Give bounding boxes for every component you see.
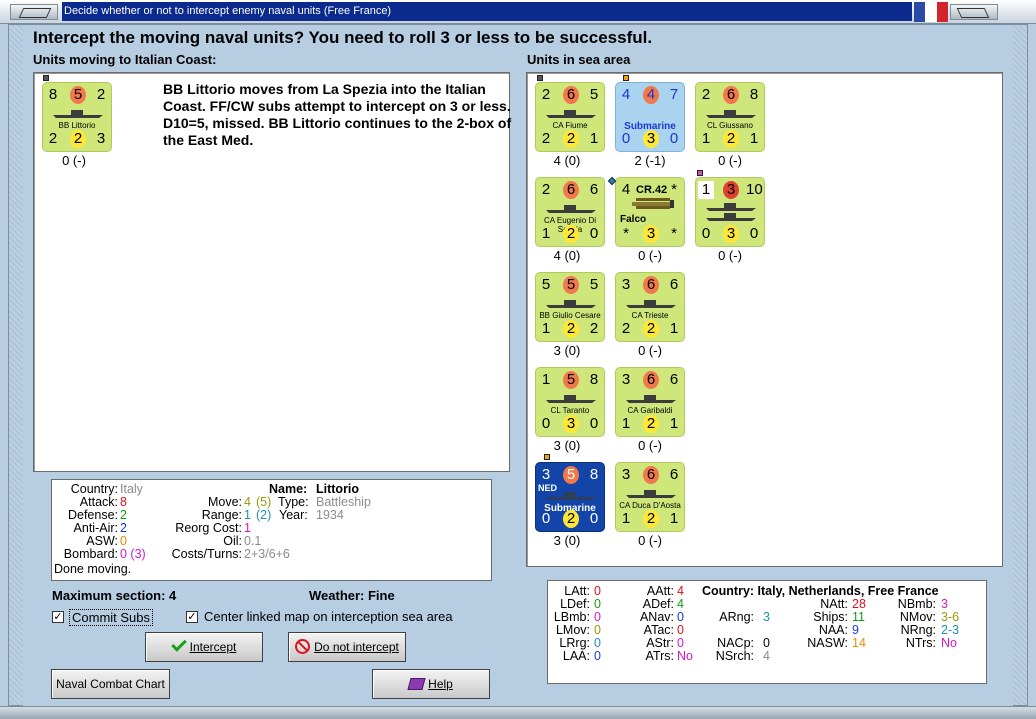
cruiser-icon	[706, 110, 756, 118]
naval-combat-chart-button[interactable]: Naval Combat Chart	[51, 669, 170, 699]
title-bar: Decide whether or not to intercept enemy…	[0, 0, 1036, 24]
moving-units-panel: 8 5 2 BB Littorio 2 2 3 0 (-) BB Littori…	[33, 72, 512, 472]
unit-counter-cl-giussano[interactable]: 2 6 8 CL Giussano 1 2 1	[695, 82, 765, 152]
unit-counter-bb-giulio-cesare[interactable]: 5 5 5 BB Giulio Cesare 1 2 2	[535, 272, 605, 342]
window-title: Decide whether or not to intercept enemy…	[62, 2, 912, 21]
dialog-heading: Intercept the moving naval units? You ne…	[33, 28, 653, 47]
unit-caption: 0 (-)	[718, 153, 742, 168]
weather-label: Weather: Fine	[309, 588, 395, 603]
minimize-button[interactable]	[10, 4, 58, 20]
cruiser-icon	[546, 110, 596, 118]
no-entry-icon	[295, 639, 311, 654]
cruiser-icon	[626, 395, 676, 403]
unit-counter-convoy-stack[interactable]: 1 3 10 0 3 0	[695, 177, 765, 247]
france-flag-icon	[914, 2, 948, 22]
help-button[interactable]: Help	[372, 669, 490, 699]
unit-caption: 0 (-)	[638, 343, 662, 358]
convoy-ships-icon	[706, 203, 756, 211]
unit-counter-ca-garibaldi[interactable]: 3 6 6 CA Garibaldi 1 2 1	[615, 367, 685, 437]
battleship-icon	[53, 110, 103, 118]
commit-subs-label[interactable]: Commit Subs	[69, 609, 154, 626]
sea-area-units-panel: 2 6 5 CA Fiume 2 2 1 4 (0) 4 4 7 Submari…	[526, 72, 1003, 567]
cruiser-icon	[626, 490, 676, 498]
unit-counter-ca-trieste[interactable]: 3 6 6 CA Trieste 2 2 1	[615, 272, 685, 342]
commit-subs-checkbox[interactable]: ✓	[52, 611, 64, 623]
unit-counter-ca-fiume[interactable]: 2 6 5 CA Fiume 2 2 1	[535, 82, 605, 152]
unit-info-panel: Country: Italy Attack: 8 Defense: 2 Anti…	[51, 479, 492, 581]
right-panel-title: Units in sea area	[527, 52, 631, 67]
unit-counter-cr42-falco[interactable]: 4 CR.42 * Falco * 3 *	[615, 177, 685, 247]
cruiser-icon	[546, 395, 596, 403]
cruiser-icon	[626, 300, 676, 308]
help-book-icon	[407, 678, 426, 690]
unit-caption: 4 (0)	[553, 153, 581, 168]
unit-caption: 0 (-)	[62, 153, 86, 168]
battleship-icon	[546, 300, 596, 308]
status-bar	[0, 706, 1036, 719]
fighter-plane-icon	[632, 198, 674, 209]
left-panel-title: Units moving to Italian Coast:	[33, 52, 217, 67]
unit-caption: 0 (-)	[718, 248, 742, 263]
unit-counter-cl-taranto[interactable]: 1 5 8 CL Taranto 0 3 0	[535, 367, 605, 437]
unit-caption: 0 (-)	[638, 533, 662, 548]
center-map-checkbox[interactable]: ✓	[186, 611, 198, 623]
force-stats-panel: Country: Italy, Netherlands, Free France…	[547, 580, 987, 684]
unit-caption: 3 (0)	[553, 533, 581, 548]
close-button[interactable]	[950, 4, 998, 20]
do-not-intercept-button[interactable]: Do not intercept	[288, 632, 406, 662]
submarine-icon	[546, 492, 596, 500]
intercept-button[interactable]: Intercept	[145, 632, 263, 662]
unit-caption: 0 (-)	[638, 248, 662, 263]
unit-counter-submarine[interactable]: 4 4 7 Submarine 0 3 0	[615, 82, 685, 152]
unit-caption: 0 (-)	[638, 438, 662, 453]
unit-caption: 4 (0)	[553, 248, 581, 263]
unit-counter-bb-littorio[interactable]: 8 5 2 BB Littorio 2 2 3	[42, 82, 112, 152]
unit-caption: 2 (-1)	[634, 153, 666, 168]
unit-counter-ca-duca-daosta[interactable]: 3 6 6 CA Duca D'Aosta 1 2 1	[615, 462, 685, 532]
narrative-text: BB Littorio moves from La Spezia into th…	[163, 81, 512, 148]
cruiser-icon	[546, 205, 596, 213]
unit-caption: 3 (0)	[553, 343, 581, 358]
checkmark-icon	[170, 636, 187, 652]
unit-counter-ned-submarine[interactable]: 3 5 8 NED Submarine 0 2 0	[535, 462, 605, 532]
unit-counter-ca-eugenio-di-savoia[interactable]: 2 6 6 CA Eugenio Di Savoia 1 2 0	[535, 177, 605, 247]
max-section-label: Maximum section: 4	[52, 588, 177, 603]
unit-caption: 3 (0)	[553, 438, 581, 453]
center-map-label[interactable]: Center linked map on interception sea ar…	[204, 609, 453, 624]
